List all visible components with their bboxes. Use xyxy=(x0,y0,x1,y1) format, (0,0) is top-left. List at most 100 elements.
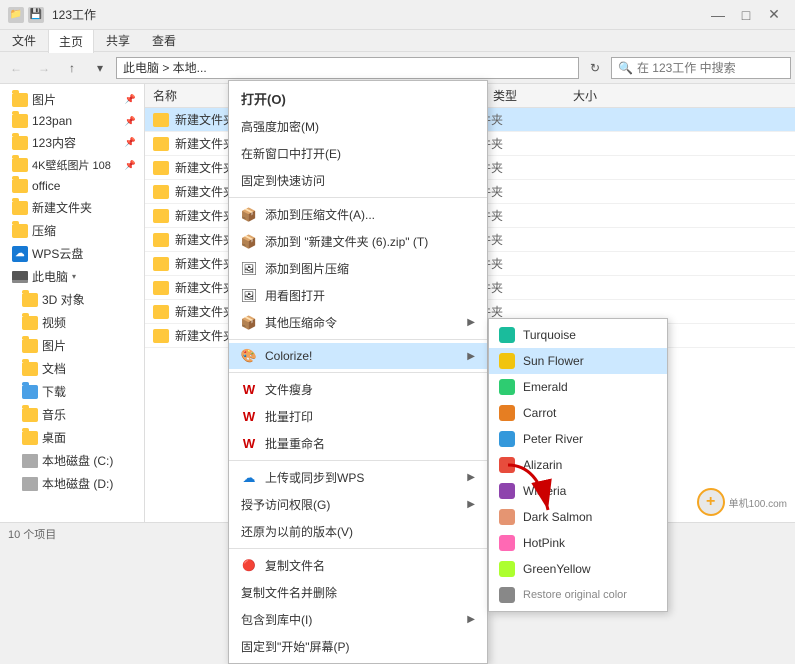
colorize-menu-item[interactable]: Alizarin xyxy=(489,452,667,478)
tab-share[interactable]: 共享 xyxy=(96,29,140,52)
sidebar-item-docs[interactable]: 文档 xyxy=(0,357,144,380)
tab-home[interactable]: 主页 xyxy=(48,29,94,53)
menu-label: 批量重命名 xyxy=(265,435,325,452)
menu-other-compress[interactable]: 📦 其他压缩命令 ▶ xyxy=(229,309,487,336)
menu-divider-2 xyxy=(229,339,487,340)
menu-open-viewer[interactable]: 🖼 用看图打开 xyxy=(229,282,487,309)
watermark: + 单机100.com xyxy=(697,488,787,516)
sidebar-item-video[interactable]: 视频 xyxy=(0,311,144,334)
arrow-icon-4: ▶ xyxy=(467,499,475,510)
folder-icon xyxy=(22,408,38,422)
cloud-upload-icon: ☁ xyxy=(241,470,257,486)
colorize-menu-item[interactable]: Peter River xyxy=(489,426,667,452)
sidebar-item-label: 图片 xyxy=(32,91,56,108)
menu-batch-rename[interactable]: W 批量重命名 xyxy=(229,430,487,457)
menu-label: Colorize! xyxy=(265,349,312,363)
arrow-icon: ▶ xyxy=(467,317,475,328)
address-path[interactable]: 此电脑 > 本地... xyxy=(116,57,579,79)
menu-pin-quick[interactable]: 固定到快速访问 xyxy=(229,167,487,194)
nav-up-button[interactable]: ↑ xyxy=(60,56,84,80)
colorize-menu-item[interactable]: Sun Flower xyxy=(489,348,667,374)
maximize-button[interactable]: □ xyxy=(733,2,759,28)
save-icon: 💾 xyxy=(28,7,44,23)
menu-batch-print[interactable]: W 批量打印 xyxy=(229,403,487,430)
arrow-icon-3: ▶ xyxy=(467,472,475,483)
colorize-menu-item[interactable]: Wisteria xyxy=(489,478,667,504)
sidebar-item-pictures[interactable]: 图片 📌 xyxy=(0,88,144,111)
sidebar-item-newfolder[interactable]: 新建文件夹 xyxy=(0,196,144,219)
menu-divider-5 xyxy=(229,548,487,549)
menu-label: 还原为以前的版本(V) xyxy=(241,523,353,540)
wps-w-icon-3: W xyxy=(241,436,257,452)
menu-copy-name-delete[interactable]: 复制文件名并删除 xyxy=(229,579,487,606)
colorize-menu-item[interactable]: HotPink xyxy=(489,530,667,556)
menu-colorize[interactable]: 🎨 Colorize! ▶ xyxy=(229,343,487,369)
menu-copy-name[interactable]: 🔴 复制文件名 xyxy=(229,552,487,579)
folder-icon xyxy=(12,224,28,238)
menu-label: 文件瘦身 xyxy=(265,381,313,398)
expand-icon: ▾ xyxy=(72,272,82,281)
menu-add-zip[interactable]: 📦 添加到 "新建文件夹 (6).zip" (T) xyxy=(229,228,487,255)
menu-open[interactable]: 打开(O) xyxy=(229,84,487,113)
sidebar-item-office[interactable]: office xyxy=(0,176,144,196)
menu-add-image-compress[interactable]: 🖼 添加到图片压缩 xyxy=(229,255,487,282)
tab-view[interactable]: 查看 xyxy=(142,29,186,52)
menu-label: 批量打印 xyxy=(265,408,313,425)
tab-file[interactable]: 文件 xyxy=(2,29,46,52)
sidebar-item-123pan[interactable]: 123pan 📌 xyxy=(0,111,144,131)
menu-add-to-lib[interactable]: 包含到库中(I) ▶ xyxy=(229,606,487,633)
compress-other-icon: 📦 xyxy=(241,315,257,331)
colorize-menu-item[interactable]: Turquoise xyxy=(489,322,667,348)
colorize-submenu: Turquoise Sun FlowerEmeraldCarrot Peter Ri… xyxy=(488,318,668,612)
menu-encrypt[interactable]: 高强度加密(M) xyxy=(229,113,487,140)
menu-slim[interactable]: W 文件瘦身 xyxy=(229,376,487,403)
close-button[interactable]: ✕ xyxy=(761,2,787,28)
sidebar-item-compress[interactable]: 压缩 xyxy=(0,219,144,242)
sidebar-item-wps-cloud[interactable]: ☁ WPS云盘 xyxy=(0,242,144,265)
menu-pin-start[interactable]: 固定到"开始"屏幕(P) xyxy=(229,633,487,660)
nav-back-button[interactable]: ← xyxy=(4,56,28,80)
minimize-button[interactable]: — xyxy=(705,2,731,28)
col-type-header[interactable]: 类型 xyxy=(493,87,573,104)
colorize-menu-item[interactable]: Dark Salmon xyxy=(489,504,667,530)
sidebar-item-drive-c[interactable]: 本地磁盘 (C:) xyxy=(0,449,144,472)
menu-restore-version[interactable]: 还原为以前的版本(V) xyxy=(229,518,487,545)
sidebar-item-123content[interactable]: 123内容 📌 xyxy=(0,131,144,154)
wps-cloud-icon: ☁ xyxy=(12,246,28,262)
menu-upload-wps[interactable]: ☁ 上传或同步到WPS ▶ xyxy=(229,464,487,491)
menu-grant-access[interactable]: 授予访问权限(G) ▶ xyxy=(229,491,487,518)
menu-new-window[interactable]: 在新窗口中打开(E) xyxy=(229,140,487,167)
sidebar-item-pictures2[interactable]: 图片 xyxy=(0,334,144,357)
sidebar-item-music[interactable]: 音乐 xyxy=(0,403,144,426)
wps-w-icon-2: W xyxy=(241,409,257,425)
nav-forward-button[interactable]: → xyxy=(32,56,56,80)
refresh-button[interactable]: ↻ xyxy=(583,56,607,80)
search-box[interactable]: 🔍 xyxy=(611,57,791,79)
sidebar-item-this-pc[interactable]: 此电脑 ▾ xyxy=(0,265,144,288)
colorize-item-label: Turquoise xyxy=(523,328,576,342)
color-swatch xyxy=(499,379,515,395)
folder-icon xyxy=(153,233,169,247)
nav-recent-button[interactable]: ▾ xyxy=(88,56,112,80)
sidebar-item-label: 本地磁盘 (D:) xyxy=(42,475,113,492)
sidebar-item-label: 此电脑 xyxy=(32,268,68,285)
sidebar-item-3d[interactable]: 3D 对象 xyxy=(0,288,144,311)
window-controls: — □ ✕ xyxy=(705,2,787,28)
sidebar-item-label: 图片 xyxy=(42,337,66,354)
pin-badge: 📌 xyxy=(125,94,136,105)
folder-icon xyxy=(153,257,169,271)
sidebar-item-drive-d[interactable]: 本地磁盘 (D:) xyxy=(0,472,144,495)
colorize-menu-item[interactable]: Emerald xyxy=(489,374,667,400)
colorize-menu-item[interactable]: Restore original color xyxy=(489,582,667,608)
colorize-menu-item[interactable]: GreenYellow xyxy=(489,556,667,582)
menu-label: 复制文件名 xyxy=(265,557,325,574)
sidebar-item-desktop[interactable]: 桌面 xyxy=(0,426,144,449)
arrow-icon-2: ▶ xyxy=(467,351,475,362)
col-size-header[interactable]: 大小 xyxy=(573,87,653,104)
colorize-item-label: Peter River xyxy=(523,432,583,446)
sidebar-item-downloads[interactable]: 下载 xyxy=(0,380,144,403)
colorize-menu-item[interactable]: Carrot xyxy=(489,400,667,426)
menu-add-compress[interactable]: 📦 添加到压缩文件(A)... xyxy=(229,201,487,228)
search-input[interactable] xyxy=(637,61,784,75)
sidebar-item-4k[interactable]: 4K壁纸图片 108 📌 xyxy=(0,154,144,176)
